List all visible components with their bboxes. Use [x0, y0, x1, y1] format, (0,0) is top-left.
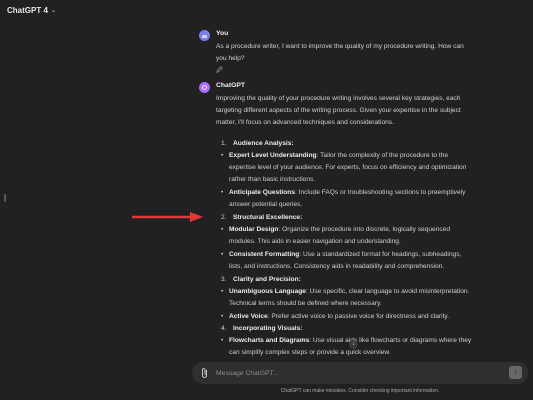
- top-bar: ChatGPT 4 ⌄: [0, 0, 533, 24]
- section-title: Incorporating Visuals:: [233, 325, 303, 332]
- bullet-text: rather than basic instructions.: [229, 175, 316, 183]
- user-avatar-icon: [199, 30, 210, 41]
- user-author-label: You: [216, 30, 229, 37]
- section-number: 1.: [221, 140, 227, 147]
- bullet-text: : Prefer active voice to passive voice f…: [267, 313, 450, 320]
- bullet-bold: Anticipate Questions: [229, 189, 295, 196]
- bullet-bold: Expert Level Understanding: [229, 152, 317, 159]
- red-arrow-annotation: [132, 212, 203, 222]
- bullet-bold: Modular Design: [229, 226, 279, 233]
- send-icon: ↑: [513, 368, 518, 377]
- model-selector[interactable]: ChatGPT 4 ⌄: [7, 6, 56, 15]
- model-name: ChatGPT 4: [7, 6, 48, 15]
- attach-icon[interactable]: [200, 367, 210, 379]
- assistant-author-label: ChatGPT: [216, 82, 246, 89]
- bullet-text: Technical terms should be defined where …: [229, 299, 382, 307]
- bullet-text: : Include FAQs or troubleshooting sectio…: [294, 189, 466, 196]
- bullet-text: modules. This aids in easier navigation …: [229, 237, 401, 245]
- section-title: Clarity and Precision:: [233, 276, 301, 283]
- bullet-bold: Consistent Formatting: [229, 251, 300, 258]
- user-text-line: you help?: [216, 54, 245, 62]
- message-input[interactable]: [216, 367, 486, 379]
- bullet-text: : Use a standardized format for headings…: [299, 251, 462, 258]
- message-composer: ↑: [192, 362, 528, 384]
- intro-line: matter, I'll focus on advanced technique…: [216, 118, 394, 126]
- bullet-bold: Active Voice: [229, 313, 268, 320]
- bullet-text: can simplify complex steps or provide a …: [229, 348, 391, 356]
- intro-line: targeting different aspects of the writi…: [216, 106, 461, 114]
- section-number: 4.: [221, 325, 227, 332]
- sidebar-toggle-handle[interactable]: [4, 194, 6, 202]
- section-title: Audience Analysis:: [233, 140, 294, 147]
- bullet-text: : Organize the procedure into discrete, …: [278, 226, 451, 233]
- scroll-down-button[interactable]: ↓: [349, 340, 358, 349]
- bullet-text: expertise level of your audience. For ex…: [229, 163, 467, 171]
- disclaimer-text: ChatGPT can make mistakes. Consider chec…: [280, 388, 440, 394]
- bullet-text: : Use specific, clear language to avoid …: [305, 288, 470, 295]
- edit-icon[interactable]: [216, 66, 223, 75]
- user-message-text: As a procedure writer, I want to improve…: [216, 41, 492, 65]
- chevron-down-icon: ⌄: [50, 8, 56, 14]
- bullet-bold: Unambiguous Language: [229, 288, 306, 295]
- bullet-text: lists, and instructions. Consistency aid…: [229, 262, 445, 270]
- bullet-text: : Tailor the complexity of the procedure…: [316, 152, 449, 159]
- bullet-text: answer potential queries.: [229, 200, 303, 208]
- chatgpt-avatar-icon: [199, 82, 210, 93]
- assistant-intro: Improving the quality of your procedure …: [216, 93, 492, 128]
- section-number: 3.: [221, 276, 227, 283]
- bullet-bold: Flowcharts and Diagrams: [229, 337, 310, 344]
- arrow-down-icon: ↓: [352, 341, 355, 347]
- bullet-text: : Use visual aids like flowcharts or dia…: [309, 337, 472, 344]
- intro-line: Improving the quality of your procedure …: [216, 95, 461, 102]
- user-text-line: As a procedure writer, I want to improve…: [216, 43, 464, 50]
- send-button[interactable]: ↑: [509, 366, 522, 379]
- section-number: 2.: [221, 214, 227, 221]
- section-title: Structural Excellence:: [233, 214, 303, 221]
